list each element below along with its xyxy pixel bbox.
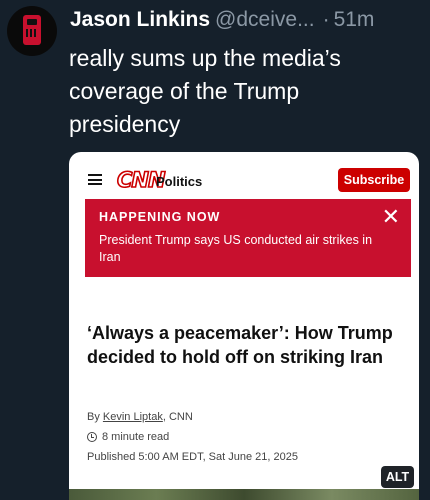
- byline: By Kevin Liptak, CNN: [87, 411, 193, 423]
- tweet-header: Jason Linkins @dceive... · 51m: [70, 8, 424, 38]
- read-time: 8 minute read: [87, 431, 169, 443]
- device-avatar-icon: [23, 15, 41, 45]
- byline-author: Kevin Liptak: [102, 411, 163, 423]
- cnn-nav-bar: CNN Politics Subscribe: [69, 166, 419, 196]
- tweet-text: really sums up the media’s coverage of t…: [69, 45, 341, 137]
- hamburger-menu-icon: [88, 174, 102, 185]
- breaking-banner: HAPPENING NOW ✕ President Trump says US …: [85, 199, 411, 277]
- separator: ·: [322, 8, 330, 31]
- article-headline: ‘Always a peacemaker’: How Trump decided…: [87, 323, 393, 367]
- byline-suffix: , CNN: [162, 411, 193, 423]
- read-time-label: 8 minute read: [102, 431, 170, 443]
- author-handle[interactable]: @dceive...: [215, 8, 315, 31]
- subscribe-button: Subscribe: [338, 168, 410, 192]
- embedded-image-card[interactable]: CNN Politics Subscribe HAPPENING NOW ✕ P…: [69, 152, 419, 500]
- alt-text-button[interactable]: ALT: [381, 466, 414, 488]
- article-photo: [69, 489, 419, 500]
- timestamp[interactable]: 51m: [334, 8, 375, 31]
- author-name[interactable]: Jason Linkins: [70, 8, 210, 31]
- byline-prefix: By: [87, 411, 103, 423]
- avatar[interactable]: [7, 6, 57, 56]
- close-icon: ✕: [381, 204, 400, 229]
- banner-text: President Trump says US conducted air st…: [99, 233, 373, 264]
- section-label: Politics: [156, 174, 203, 189]
- banner-title: HAPPENING NOW: [99, 210, 221, 224]
- published-date: Published 5:00 AM EDT, Sat June 21, 2025: [87, 451, 298, 463]
- clock-icon: [87, 432, 97, 442]
